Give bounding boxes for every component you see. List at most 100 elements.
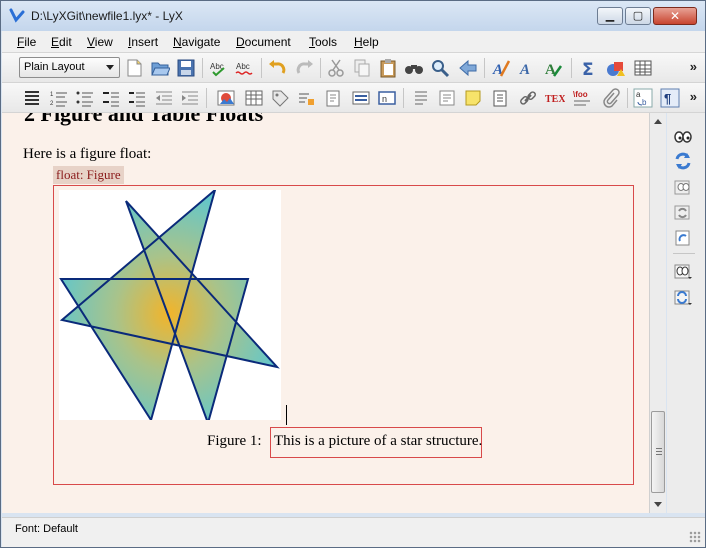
continuous-spellcheck-button[interactable]: Abc: [235, 58, 255, 78]
minimize-button[interactable]: ▁: [597, 7, 623, 25]
noun-button[interactable]: A: [543, 58, 563, 78]
emphasis-icon: A: [519, 62, 530, 78]
insert-math-macro-button[interactable]: \foo: [572, 88, 592, 108]
table-icon: [634, 60, 652, 76]
copy-icon: [354, 59, 370, 77]
insert-label-button[interactable]: [270, 88, 290, 108]
index-icon: [352, 91, 370, 105]
export-button[interactable]: [673, 228, 693, 248]
navigate-back-button[interactable]: [458, 58, 478, 78]
clipboard-icon: [380, 59, 396, 78]
numbered-list-button[interactable]: 12: [49, 88, 69, 108]
list-icon: [129, 92, 145, 107]
list-button[interactable]: [127, 88, 147, 108]
decrease-depth-button[interactable]: [154, 88, 174, 108]
save-button[interactable]: [176, 58, 196, 78]
paragraph-layout-select[interactable]: Plain Layout: [19, 57, 120, 78]
maximize-button[interactable]: ▢: [625, 7, 651, 25]
find-replace-button[interactable]: [404, 58, 424, 78]
update-button[interactable]: [673, 151, 693, 171]
update-master-button[interactable]: [673, 202, 693, 222]
format-toolbar: 12 n TEX \foo a b ¶ »: [2, 83, 705, 113]
change-tracking-button[interactable]: ab: [633, 88, 653, 108]
insert-table-float-button[interactable]: [244, 88, 264, 108]
insert-footnote-button[interactable]: [411, 88, 431, 108]
table-float-icon: [245, 90, 263, 106]
copy-button[interactable]: [352, 58, 372, 78]
insert-figure-button[interactable]: [216, 88, 236, 108]
float-inset-button[interactable]: float: Figure: [53, 166, 124, 184]
body-paragraph[interactable]: Here is a figure float:: [23, 146, 151, 163]
description-list-button[interactable]: [101, 88, 121, 108]
caption-label: Figure 1:: [207, 433, 262, 449]
numbered-list-icon: 12: [50, 92, 67, 107]
insert-cross-reference-button[interactable]: [296, 88, 316, 108]
redo-button[interactable]: [294, 58, 314, 78]
resize-grip-icon[interactable]: [689, 531, 701, 543]
caption-text[interactable]: This is a picture of a star structure.: [270, 427, 482, 458]
menu-view[interactable]: View: [87, 35, 113, 49]
undo-button[interactable]: [268, 58, 288, 78]
cross-reference-icon: [299, 93, 314, 105]
insert-branch-button[interactable]: [490, 88, 510, 108]
insert-nomenclature-button[interactable]: n: [377, 88, 397, 108]
insert-sticky-note-button[interactable]: [463, 88, 483, 108]
menu-insert[interactable]: Insert: [128, 35, 158, 49]
update-other-format-button[interactable]: [673, 287, 693, 307]
cut-button[interactable]: [326, 58, 346, 78]
vertical-scrollbar[interactable]: [649, 113, 666, 513]
emphasize-button[interactable]: A: [517, 58, 537, 78]
insert-tex-code-button[interactable]: TEX: [545, 88, 566, 108]
note-icon: [326, 90, 340, 107]
toolbar-overflow-button[interactable]: »: [690, 59, 697, 74]
insert-table-button[interactable]: [633, 58, 653, 78]
increase-depth-button[interactable]: [180, 88, 200, 108]
scrollbar-thumb[interactable]: [651, 411, 665, 493]
new-document-icon: [127, 59, 142, 77]
view-master-button[interactable]: [673, 177, 693, 197]
spellcheck-underline-icon: Abc: [235, 62, 253, 75]
status-message: Font: Default: [15, 523, 78, 535]
align-standard-button[interactable]: [22, 88, 42, 108]
star-figure-image[interactable]: [59, 187, 281, 427]
menu-navigate[interactable]: Navigate: [173, 35, 220, 49]
insert-math-button[interactable]: Σ: [579, 58, 599, 80]
insert-graphics-button[interactable]: [605, 58, 625, 78]
toolbar-overflow-button[interactable]: »: [690, 89, 697, 104]
nomenclature-icon: n: [378, 91, 396, 105]
new-document-button[interactable]: [124, 58, 144, 78]
menu-file[interactable]: File: [17, 35, 36, 49]
toggle-formatting-marks-button[interactable]: ¶: [660, 88, 680, 108]
paste-button[interactable]: [378, 58, 398, 78]
insert-hyperlink-button[interactable]: [518, 88, 538, 108]
menu-document[interactable]: Document: [236, 35, 291, 49]
spellcheck-button[interactable]: Abc: [209, 58, 229, 78]
scroll-down-icon[interactable]: [654, 502, 662, 507]
open-button[interactable]: [150, 58, 171, 78]
bullet-list-icon: [76, 91, 93, 107]
menu-edit[interactable]: Edit: [51, 35, 72, 49]
search-button[interactable]: [430, 58, 450, 78]
insert-index-button[interactable]: [351, 88, 371, 108]
link-icon: [520, 91, 536, 105]
insert-attachment-button[interactable]: [601, 88, 621, 108]
close-button[interactable]: ✕: [653, 7, 697, 25]
text-style-button[interactable]: A: [491, 58, 511, 78]
section-heading[interactable]: 2 Figure and Table Floats: [24, 113, 263, 127]
lyx-window: D:\LyXGit\newfile1.lyx* - LyX ▁ ▢ ✕ File…: [0, 0, 706, 548]
insert-margin-note-button[interactable]: [437, 88, 457, 108]
view-other-format-button[interactable]: [673, 261, 693, 281]
menu-tools[interactable]: Tools: [309, 35, 337, 49]
status-bar: Font: Default: [2, 517, 705, 547]
insert-note-button[interactable]: [323, 88, 343, 108]
title-bar[interactable]: D:\LyXGit\newfile1.lyx* - LyX ▁ ▢ ✕: [1, 1, 705, 31]
refresh-icon: [675, 152, 691, 170]
menu-help[interactable]: Help: [354, 35, 379, 49]
math-macro-icon: \foo: [573, 90, 590, 106]
scroll-up-icon[interactable]: [654, 119, 662, 124]
bullet-list-button[interactable]: [75, 88, 95, 108]
text-cursor: [286, 405, 287, 425]
document-editor[interactable]: 2 Figure and Table Floats Here is a figu…: [2, 113, 649, 513]
outdent-icon: [156, 91, 172, 105]
track-changes-view-button[interactable]: [673, 126, 693, 146]
